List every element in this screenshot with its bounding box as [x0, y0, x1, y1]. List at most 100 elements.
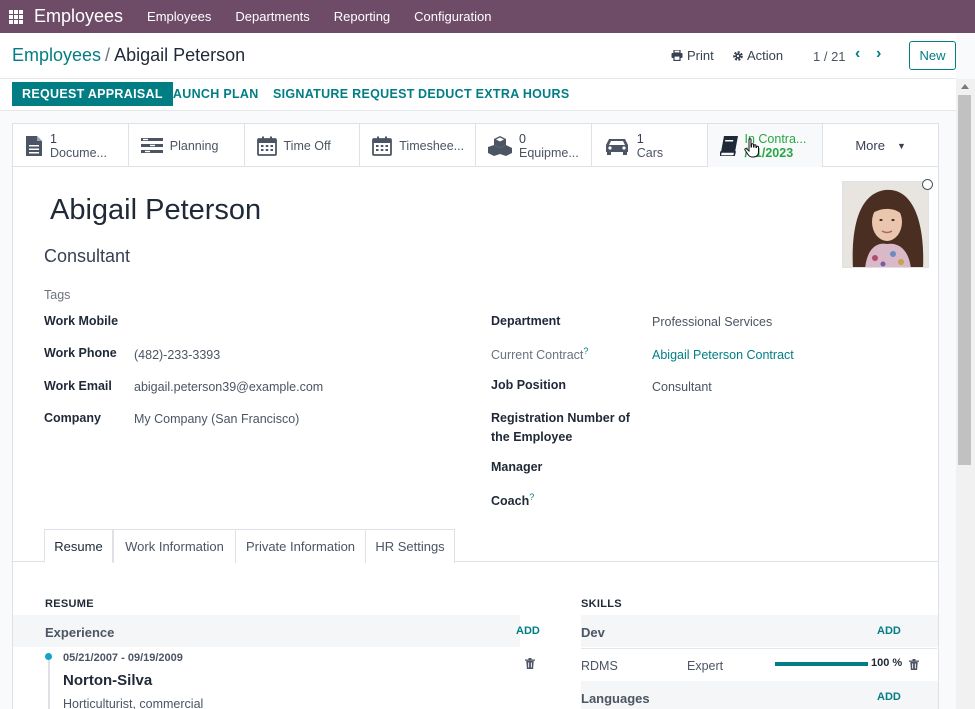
request-appraisal-button[interactable]: REQUEST APPRAISAL	[12, 82, 173, 106]
skill-type-languages: Languages	[581, 691, 650, 706]
trash-icon[interactable]	[525, 658, 535, 669]
signature-request-button[interactable]: SIGNATURE REQUEST	[263, 82, 425, 106]
experience-label: Experience	[45, 625, 115, 640]
cars-count: 1	[636, 131, 644, 146]
coach-label: Coach?	[491, 492, 535, 509]
resume-entry-company[interactable]: Norton-Silva	[63, 672, 152, 689]
app-title[interactable]: Employees	[34, 6, 123, 27]
more-label: More	[855, 138, 885, 153]
nav-item-departments[interactable]: Departments	[223, 9, 321, 24]
print-button[interactable]: Print	[671, 48, 714, 63]
action-label: Action	[747, 48, 784, 63]
chevron-left-icon[interactable]: ‹	[855, 45, 860, 63]
timeline-line	[48, 660, 50, 709]
deduct-extra-hours-button[interactable]: DEDUCT EXTRA HOURS	[408, 82, 579, 106]
employee-avatar[interactable]	[842, 181, 929, 268]
job-position-field[interactable]: Consultant	[652, 380, 712, 394]
top-navbar: Employees Employees Departments Reportin…	[0, 0, 975, 33]
nav-item-employees[interactable]: Employees	[135, 9, 223, 24]
job-title-field[interactable]: Consultant	[44, 246, 130, 267]
printer-icon	[671, 50, 683, 61]
skill-type-dev: Dev	[581, 625, 605, 640]
current-contract-link[interactable]: Abigail Peterson Contract	[652, 348, 794, 362]
pager-value[interactable]: 1 / 21	[813, 49, 846, 64]
skill-name[interactable]: RDMS	[581, 659, 618, 673]
nav-item-configuration[interactable]: Configuration	[402, 9, 503, 24]
calendar-icon	[372, 136, 393, 156]
work-phone-label: Work Phone	[44, 346, 117, 360]
tab-private-information[interactable]: Private Information	[235, 529, 366, 563]
tab-hr-settings[interactable]: HR Settings	[365, 529, 455, 563]
notebook-tabs: Resume Work Information Private Informat…	[13, 529, 938, 563]
department-label: Department	[491, 314, 561, 328]
nav-item-reporting[interactable]: Reporting	[322, 9, 402, 24]
vertical-scrollbar[interactable]	[956, 79, 975, 709]
time-off-smart-button[interactable]: Time Off	[245, 124, 361, 167]
skill-level[interactable]: Expert	[687, 659, 723, 673]
help-icon[interactable]: ?	[529, 492, 534, 502]
help-icon[interactable]: ?	[583, 346, 588, 356]
department-field[interactable]: Professional Services	[652, 315, 772, 329]
breadcrumb: Employees / Abigail Peterson	[12, 45, 245, 66]
current-contract-label: Current Contract?	[491, 346, 589, 363]
breadcrumb-current: Abigail Peterson	[114, 45, 246, 65]
apps-menu-icon[interactable]	[9, 9, 23, 24]
breadcrumb-separator: /	[105, 45, 111, 65]
caret-down-icon: ▼	[896, 140, 906, 151]
resume-entry-dates: 05/21/2007 - 09/19/2009	[63, 652, 183, 664]
tasks-icon	[140, 137, 163, 153]
skill-progress-bar	[775, 662, 868, 666]
trash-icon[interactable]	[909, 659, 919, 670]
book-icon	[719, 135, 738, 156]
tab-work-information[interactable]: Work Information	[113, 529, 236, 563]
more-smart-button[interactable]: More ▼	[823, 124, 938, 167]
timeline-dot	[45, 653, 52, 660]
employee-name[interactable]: Abigail Peterson	[50, 194, 261, 227]
company-field[interactable]: My Company (San Francisco)	[134, 412, 299, 426]
planning-smart-button[interactable]: Planning	[129, 124, 245, 167]
manager-label: Manager	[491, 460, 543, 474]
resume-add-button[interactable]: ADD	[516, 625, 540, 637]
control-panel: Employees / Abigail Peterson Print Action …	[0, 33, 956, 79]
equipment-smart-button[interactable]: 0 Equipme...	[476, 124, 592, 167]
scroll-thumb[interactable]	[958, 95, 971, 465]
skills-add-button-dev[interactable]: ADD	[877, 625, 901, 637]
work-phone-field[interactable]: (482)-233-3393	[134, 348, 220, 362]
documents-count: 1	[50, 131, 57, 146]
scroll-up-arrow-icon[interactable]	[961, 84, 969, 89]
cars-smart-button[interactable]: 1 Cars	[592, 124, 708, 167]
skill-progress-value: 100 %	[871, 657, 903, 669]
equipment-count: 0	[519, 131, 526, 146]
document-icon	[26, 135, 42, 156]
contract-smart-button[interactable]: In Contra.../01/2023	[707, 124, 824, 167]
cars-label: Cars	[636, 145, 664, 160]
equipment-label: Equipme...	[519, 145, 579, 160]
skills-add-button-languages[interactable]: ADD	[877, 691, 901, 703]
registration-label: Registration Number of the Employee	[491, 411, 630, 444]
new-button[interactable]: New	[909, 41, 956, 70]
work-email-field[interactable]: abigail.peterson39@example.com	[134, 380, 323, 394]
work-email-label: Work Email	[44, 379, 112, 393]
gear-icon	[733, 50, 743, 61]
print-label: Print	[687, 48, 714, 63]
chevron-right-icon[interactable]: ›	[876, 45, 881, 63]
company-label: Company	[44, 411, 101, 425]
smart-buttons: 1 Docume... Planning Time Off Timeshee...…	[13, 124, 938, 167]
tab-resume[interactable]: Resume	[44, 529, 113, 563]
skills-heading: SKILLS	[581, 598, 622, 610]
resume-heading: RESUME	[45, 598, 94, 610]
timesheets-smart-button[interactable]: Timeshee...	[360, 124, 476, 167]
action-button[interactable]: Action	[732, 48, 783, 63]
car-icon	[605, 138, 628, 155]
form-sheet: 1 Docume... Planning Time Off Timeshee...…	[12, 123, 939, 709]
tags-field[interactable]: Tags	[44, 288, 70, 302]
job-position-label: Job Position	[491, 378, 566, 392]
presence-status-icon	[922, 179, 933, 190]
skill-progress-fill	[775, 662, 868, 666]
hand-cursor-icon	[743, 138, 759, 158]
breadcrumb-parent[interactable]: Employees	[12, 45, 101, 65]
time-off-label: Time Off	[283, 138, 331, 153]
documents-label: Docume...	[50, 145, 107, 160]
documents-smart-button[interactable]: 1 Docume...	[13, 124, 129, 167]
launch-plan-button[interactable]: LAUNCH PLAN	[155, 82, 269, 106]
